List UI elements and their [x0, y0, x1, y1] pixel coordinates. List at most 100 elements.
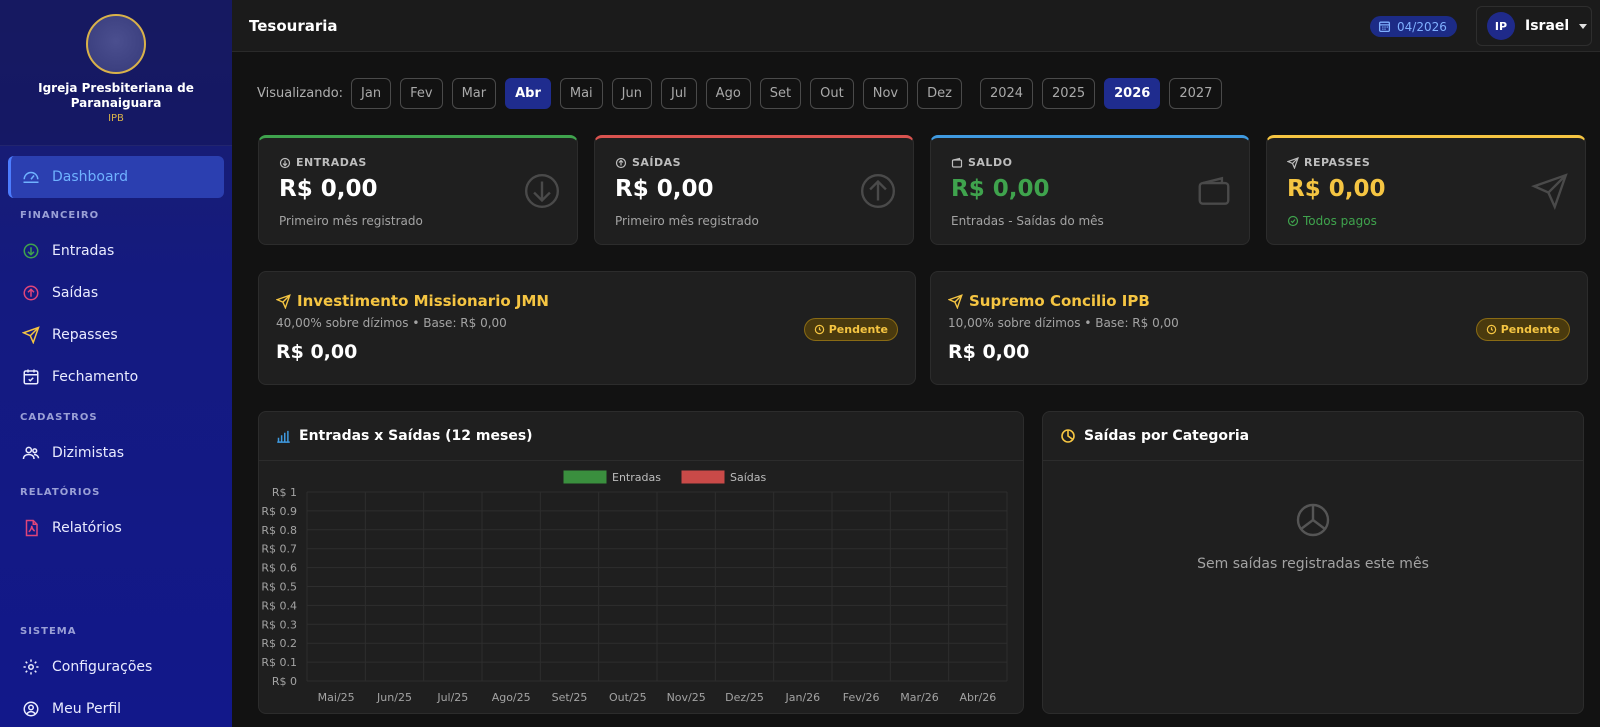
stat-label: SALDO [968, 156, 1013, 169]
legend-swatch [681, 470, 725, 484]
sidebar: Igreja Presbiteriana de Paranaiguara IPB… [0, 0, 232, 727]
arrow-up-circle-icon [615, 157, 627, 168]
calendar-check-icon [22, 368, 40, 386]
x-tick-label: Ago/25 [492, 691, 531, 704]
y-tick-label: R$ 0.3 [261, 618, 297, 631]
y-tick-label: R$ 0.2 [261, 637, 297, 650]
sidebar-item-label: Dashboard [52, 169, 128, 185]
stat-value: R$ 0,00 [951, 176, 1050, 202]
transfer-title: Investimento Missionario JMN [297, 292, 549, 310]
sidebar-item-fechamento[interactable]: Fechamento [8, 356, 224, 398]
month-chip[interactable]: Mai [559, 78, 603, 109]
y-tick-label: R$ 0 [272, 675, 297, 688]
month-chip[interactable]: Jul [660, 78, 697, 109]
pie-chart-icon [1061, 429, 1075, 443]
chart-card: Entradas x Saídas (12 meses) Entradas Saí… [258, 411, 1024, 714]
stat-card-entradas: ENTRADAS R$ 0,00 Primeiro mês registrado [258, 135, 578, 245]
x-tick-label: Nov/25 [667, 691, 706, 704]
church-name: Igreja Presbiteriana de Paranaiguara [38, 81, 194, 110]
gear-icon [22, 658, 40, 676]
category-title: Saídas por Categoria [1084, 428, 1250, 444]
y-tick-label: R$ 1 [272, 486, 297, 499]
month-chip[interactable]: Mar [451, 78, 497, 109]
empty-state: Sem saídas registradas este mês [1043, 502, 1583, 572]
church-logo [86, 14, 146, 74]
pie-chart-icon [1296, 503, 1330, 537]
brand: Igreja Presbiteriana de Paranaiguara IPB [0, 0, 232, 146]
sidebar-item-relatorios[interactable]: Relatórios [8, 507, 224, 549]
transfer-card-supremo[interactable]: Supremo Concilio IPB 10,00% sobre dízimo… [930, 271, 1588, 385]
sidebar-item-dizimistas[interactable]: Dizimistas [8, 432, 224, 474]
legend-label: Entradas [612, 471, 661, 484]
stat-label: ENTRADAS [296, 156, 367, 169]
sidebar-item-label: Fechamento [52, 369, 139, 385]
transfer-value: R$ 0,00 [948, 341, 1030, 363]
month-chip[interactable]: Jan [351, 78, 392, 109]
month-chip[interactable]: Abr [505, 78, 551, 109]
user-menu[interactable]: IP Israel [1476, 6, 1592, 46]
arrow-up-circle-icon [860, 173, 896, 209]
section-financeiro: FINANCEIRO [20, 210, 100, 221]
send-icon [22, 326, 40, 344]
sidebar-item-configuracoes[interactable]: Configurações [8, 646, 224, 688]
clock-icon [814, 324, 824, 335]
x-tick-label: Abr/26 [959, 691, 996, 704]
send-icon [276, 293, 291, 309]
section-relatorios: RELATÓRIOS [20, 487, 101, 498]
year-chip[interactable]: 2024 [979, 78, 1034, 109]
stat-subtext: Todos pagos [1303, 214, 1377, 228]
month-chips: Jan Fev Mar Abr Mai Jun Jul Ago Set Out Nov Dez [351, 78, 971, 109]
section-sistema: SISTEMA [20, 626, 77, 637]
month-chip[interactable]: Out [810, 78, 854, 109]
bar-chart: Entradas Saídas R$ 1 R$ 0.9 R$ 0.8 R$ 0.7 R$ 0… [261, 470, 1008, 704]
send-icon [1287, 156, 1299, 169]
y-tick-label: R$ 0.6 [261, 562, 297, 575]
sidebar-item-entradas[interactable]: Entradas [8, 230, 224, 272]
x-tick-label: Out/25 [609, 691, 647, 704]
y-tick-label: R$ 0.9 [261, 505, 297, 518]
sidebar-item-saidas[interactable]: Saídas [8, 272, 224, 314]
calendar-icon [1378, 21, 1391, 33]
year-chip[interactable]: 2026 [1104, 78, 1161, 109]
sidebar-item-perfil[interactable]: Meu Perfil [8, 688, 224, 727]
month-chip[interactable]: Dez [917, 78, 962, 109]
arrow-down-circle-icon [22, 242, 40, 260]
chart-title: Entradas x Saídas (12 meses) [299, 428, 533, 444]
sidebar-item-label: Configurações [52, 659, 153, 675]
stat-subtext: Primeiro mês registrado [279, 214, 423, 228]
transfer-card-jmn[interactable]: Investimento Missionario JMN 40,00% sobr… [258, 271, 916, 385]
sidebar-item-repasses[interactable]: Repasses [8, 314, 224, 356]
legend-label: Saídas [730, 471, 767, 484]
month-chip[interactable]: Nov [862, 78, 909, 109]
stat-label: REPASSES [1304, 156, 1371, 169]
stat-subtext: Primeiro mês registrado [615, 214, 759, 228]
clock-icon [1486, 324, 1496, 335]
users-icon [22, 444, 40, 462]
arrow-up-circle-icon [22, 284, 40, 302]
user-circle-icon [22, 700, 40, 718]
x-tick-label: Set/25 [552, 691, 588, 704]
month-chip[interactable]: Ago [705, 78, 751, 109]
stat-label: SAÍDAS [632, 156, 682, 169]
x-tick-label: Dez/25 [725, 691, 764, 704]
empty-state-text: Sem saídas registradas este mês [1197, 556, 1429, 572]
send-icon [948, 293, 963, 309]
stat-value: R$ 0,00 [279, 176, 378, 202]
month-chip[interactable]: Jun [611, 78, 652, 109]
sidebar-item-label: Dizimistas [52, 445, 125, 461]
period-badge[interactable]: 04/2026 [1370, 16, 1457, 37]
page-title: Tesouraria [249, 17, 338, 35]
send-icon [1531, 173, 1568, 210]
status-badge: Pendente [803, 318, 898, 341]
month-chip[interactable]: Set [759, 78, 802, 109]
year-chip[interactable]: 2027 [1169, 78, 1223, 109]
month-chip[interactable]: Fev [400, 78, 443, 109]
chevron-down-icon [1579, 23, 1588, 29]
avatar: IP [1487, 12, 1515, 40]
gauge-icon [22, 168, 40, 186]
check-circle-icon [1287, 215, 1299, 227]
year-chip[interactable]: 2025 [1042, 78, 1096, 109]
y-tick-label: R$ 0.8 [261, 524, 297, 537]
transfer-title: Supremo Concilio IPB [969, 292, 1150, 310]
sidebar-item-dashboard[interactable]: Dashboard [8, 156, 224, 198]
